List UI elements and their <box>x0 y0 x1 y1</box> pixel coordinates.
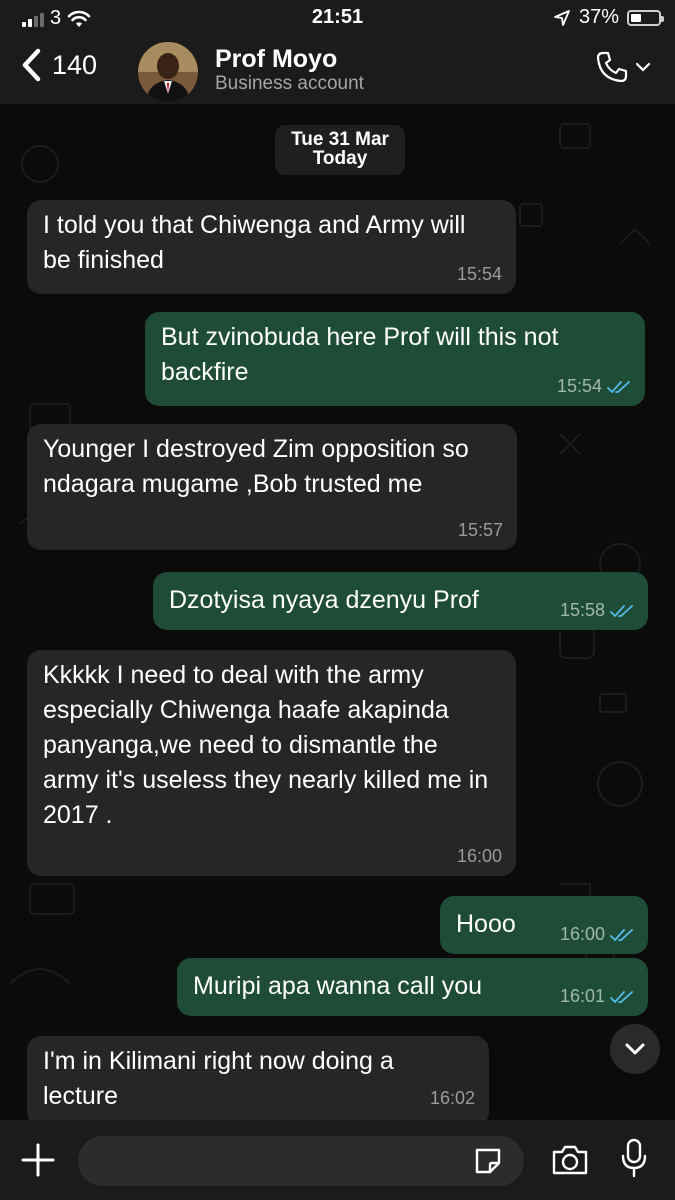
message-text: Kkkkk I need to deal with the army espec… <box>43 661 489 829</box>
message-outgoing[interactable]: Hooo 16:00 <box>440 896 648 954</box>
camera-icon[interactable] <box>550 1144 590 1176</box>
message-time: 15:54 <box>456 264 502 284</box>
message-time: 16:01 <box>559 986 605 1006</box>
message-text: Younger I destroyed Zim opposition so nd… <box>43 435 469 498</box>
input-bar <box>0 1120 675 1200</box>
double-check-icon <box>610 990 633 1003</box>
double-check-icon <box>607 380 630 393</box>
back-button[interactable]: 140 <box>20 48 97 82</box>
message-incoming[interactable]: Kkkkk I need to deal with the army espec… <box>27 650 516 876</box>
message-incoming[interactable]: Younger I destroyed Zim opposition so nd… <box>27 424 517 550</box>
date-label: Tue 31 Mar <box>291 129 389 150</box>
message-outgoing[interactable]: Muripi apa wanna call you 16:01 <box>177 958 648 1016</box>
double-check-icon <box>610 928 633 941</box>
location-arrow-icon <box>554 9 570 26</box>
message-outgoing[interactable]: But zvinobuda here Prof will this not ba… <box>145 312 645 406</box>
unread-count: 140 <box>52 49 98 80</box>
message-text: I'm in Kilimani right now doing a lectur… <box>43 1047 394 1110</box>
message-time: 15:54 <box>556 376 602 396</box>
battery-percent: 37% <box>578 6 619 28</box>
message-time: 16:00 <box>456 846 502 866</box>
message-outgoing[interactable]: Dzotyisa nyaya dzenyu Prof 15:58 <box>153 572 648 630</box>
scroll-to-bottom-button[interactable] <box>610 1024 660 1074</box>
battery-icon <box>627 9 664 26</box>
chat-header: 140 Prof Moyo Business account <box>0 36 675 104</box>
message-incoming[interactable]: I told you that Chiwenga and Army will b… <box>27 200 516 294</box>
double-check-icon <box>610 604 633 617</box>
message-input[interactable] <box>78 1136 524 1186</box>
message-time: 15:58 <box>559 600 605 620</box>
microphone-icon[interactable] <box>620 1138 648 1178</box>
call-button[interactable] <box>595 50 651 84</box>
plus-icon[interactable] <box>20 1142 56 1178</box>
sticker-icon[interactable] <box>473 1146 503 1176</box>
chevron-left-icon <box>22 48 41 82</box>
status-right: 37% <box>553 6 664 29</box>
message-time: 16:00 <box>559 924 605 944</box>
message-text: I told you that Chiwenga and Army will b… <box>43 211 466 274</box>
contact-name[interactable]: Prof Moyo <box>215 45 337 74</box>
message-time: 16:02 <box>429 1088 475 1108</box>
avatar[interactable] <box>138 42 198 102</box>
chat-area[interactable]: Tue 31 Mar Today I told you that Chiweng… <box>0 104 675 1120</box>
contact-subtitle: Business account <box>215 73 364 94</box>
date-divider: Tue 31 Mar Today <box>275 125 405 175</box>
chevron-down-icon <box>625 1043 645 1055</box>
status-bar: 3 21:51 37% <box>0 0 675 36</box>
today-overlay-label: Today <box>312 148 368 169</box>
message-time: 15:57 <box>457 520 503 540</box>
phone-icon <box>596 51 628 83</box>
message-incoming[interactable]: I'm in Kilimani right now doing a lectur… <box>27 1036 489 1120</box>
chevron-down-icon <box>635 62 651 72</box>
